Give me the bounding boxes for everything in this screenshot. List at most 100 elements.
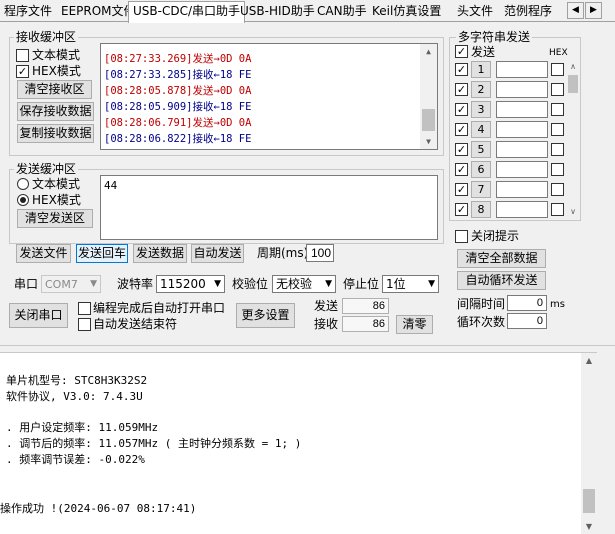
receive-line-data: 0D 0A — [219, 53, 252, 65]
scroll-up-icon[interactable]: ▲ — [581, 353, 597, 368]
baud-select[interactable]: 115200 ▼ — [156, 275, 225, 293]
multi-row-checkbox[interactable]: ✓ — [455, 123, 468, 136]
close-hint-checkbox[interactable] — [455, 230, 468, 243]
multi-row-input[interactable] — [496, 181, 548, 198]
interval-unit: ms — [550, 299, 565, 310]
multi-row-input[interactable] — [496, 81, 548, 98]
multi-row-checkbox[interactable]: ✓ — [455, 163, 468, 176]
send-text-mode-radio[interactable] — [17, 178, 29, 190]
more-settings-button[interactable]: 更多设置 — [236, 303, 295, 328]
multi-scrollbar[interactable]: ∧ ∨ — [566, 59, 580, 219]
period-label: 周期(ms) — [257, 246, 309, 260]
auto-open-checkbox[interactable] — [78, 302, 91, 315]
send-hex-mode-radio[interactable] — [17, 194, 29, 206]
log-output-panel[interactable]: 单片机型号: STC8H3K32S2 软件协议, V3.0: 7.4.3U . … — [0, 352, 597, 534]
multi-row-send-button[interactable]: 4 — [471, 121, 491, 138]
loop-count-input[interactable]: 0 — [507, 313, 547, 329]
clear-send-button[interactable]: 清空发送区 — [17, 209, 93, 228]
tab-usb-cdc[interactable]: USB-CDC/串口助手 — [128, 1, 246, 23]
receive-line: [08:28:05.878]发送→0D 0A — [104, 84, 251, 98]
multi-row-hex-checkbox[interactable] — [551, 83, 564, 96]
auto-loop-send-button[interactable]: 自动循环发送 — [457, 271, 546, 290]
copy-receive-button[interactable]: 复制接收数据 — [17, 124, 94, 143]
multi-hex-header: HEX — [549, 48, 568, 58]
scroll-up-icon[interactable]: ∧ — [566, 59, 580, 74]
tab-next-arrow-icon[interactable]: ▶ — [585, 2, 602, 19]
parity-select[interactable]: 无校验 ▼ — [272, 275, 336, 293]
tab-prev-arrow-icon[interactable]: ◀ — [567, 2, 584, 19]
period-input[interactable]: 100 — [306, 244, 334, 262]
multi-row-send-button[interactable]: 1 — [471, 61, 491, 78]
tab-example-programs[interactable]: 范例程序 — [500, 2, 556, 22]
stop-bits-value: 1位 — [386, 277, 406, 291]
tab-program-file[interactable]: 程序文件 — [0, 2, 56, 22]
received-count-label: 接收 — [314, 317, 339, 331]
auto-end-checkbox[interactable] — [78, 318, 91, 331]
receive-hex-mode-checkbox[interactable]: ✓ — [16, 65, 29, 78]
multi-row-checkbox[interactable]: ✓ — [455, 83, 468, 96]
multi-row-hex-checkbox[interactable] — [551, 203, 564, 216]
send-text-area[interactable]: 44 — [100, 175, 438, 240]
interval-input[interactable]: 0 — [507, 295, 547, 311]
receive-scrollbar[interactable]: ▲ ▼ — [420, 44, 437, 149]
multi-row-send-button[interactable]: 7 — [471, 181, 491, 198]
tab-can[interactable]: CAN助手 — [313, 2, 371, 22]
receive-line: [08:27:33.285]接收←18 FE — [104, 68, 251, 82]
receive-text-area[interactable]: [08:27:33.269]发送→0D 0A [08:27:33.285]接收←… — [100, 43, 438, 150]
multi-row-input[interactable] — [496, 101, 548, 118]
scroll-down-icon[interactable]: ▼ — [420, 134, 437, 149]
port-label: 串口 — [14, 277, 39, 291]
log-line: . 用户设定频率: 11.059MHz — [6, 421, 159, 434]
multi-row-hex-checkbox[interactable] — [551, 143, 564, 156]
multi-row-checkbox[interactable]: ✓ — [455, 103, 468, 116]
multi-send-all-checkbox[interactable]: ✓ — [455, 45, 468, 58]
multi-row-checkbox[interactable]: ✓ — [455, 203, 468, 216]
log-line: 单片机型号: STC8H3K32S2 — [6, 374, 148, 387]
port-select[interactable]: COM7 ▼ — [41, 275, 101, 293]
send-file-button[interactable]: 发送文件 — [16, 244, 71, 263]
clear-receive-button[interactable]: 清空接收区 — [17, 80, 92, 99]
multi-row-send-button[interactable]: 2 — [471, 81, 491, 98]
clear-all-data-button[interactable]: 清空全部数据 — [457, 249, 546, 268]
multi-row-hex-checkbox[interactable] — [551, 63, 564, 76]
receive-scroll-thumb[interactable] — [422, 109, 435, 131]
multi-row-input[interactable] — [496, 141, 548, 158]
tab-usb-hid[interactable]: USB-HID助手 — [236, 2, 319, 22]
multi-row-hex-checkbox[interactable] — [551, 103, 564, 116]
send-buffer-title: 发送缓冲区 — [14, 162, 79, 176]
stop-bits-select[interactable]: 1位 ▼ — [382, 275, 439, 293]
scroll-down-icon[interactable]: ∨ — [566, 204, 580, 219]
tab-keil-settings[interactable]: Keil仿真设置 — [368, 2, 445, 22]
close-port-button[interactable]: 关闭串口 — [9, 303, 68, 328]
scroll-up-icon[interactable]: ▲ — [420, 44, 437, 59]
multi-row-hex-checkbox[interactable] — [551, 163, 564, 176]
multi-row-hex-checkbox[interactable] — [551, 183, 564, 196]
baud-label: 波特率 — [117, 277, 154, 291]
multi-row-checkbox[interactable]: ✓ — [455, 143, 468, 156]
send-data-button[interactable]: 发送数据 — [133, 244, 187, 263]
send-enter-button[interactable]: 发送回车 — [76, 244, 128, 263]
multi-row-input[interactable] — [496, 161, 548, 178]
multi-row-input[interactable] — [496, 61, 548, 78]
receive-text-mode-checkbox[interactable] — [16, 49, 29, 62]
receive-line-dir: 接收← — [192, 69, 220, 81]
auto-send-button[interactable]: 自动发送 — [191, 244, 244, 263]
multi-row-send-button[interactable]: 6 — [471, 161, 491, 178]
multi-row-input[interactable] — [496, 201, 548, 218]
log-scroll-thumb[interactable] — [583, 489, 595, 513]
multi-row-send-button[interactable]: 8 — [471, 201, 491, 218]
save-receive-button[interactable]: 保存接收数据 — [17, 102, 94, 121]
multi-scroll-thumb[interactable] — [568, 75, 578, 93]
log-scrollbar[interactable]: ▲ ▼ — [581, 353, 597, 534]
multi-row-checkbox[interactable]: ✓ — [455, 183, 468, 196]
multi-row-checkbox[interactable]: ✓ — [455, 63, 468, 76]
multi-row-input[interactable] — [496, 121, 548, 138]
tab-header-file[interactable]: 头文件 — [453, 2, 497, 22]
multi-row-send-button[interactable]: 3 — [471, 101, 491, 118]
multi-row-send-button[interactable]: 5 — [471, 141, 491, 158]
multi-row-hex-checkbox[interactable] — [551, 123, 564, 136]
divider — [0, 345, 615, 346]
clear-counters-button[interactable]: 清零 — [396, 315, 433, 334]
chevron-down-icon: ▼ — [325, 279, 332, 289]
scroll-down-icon[interactable]: ▼ — [581, 519, 597, 534]
